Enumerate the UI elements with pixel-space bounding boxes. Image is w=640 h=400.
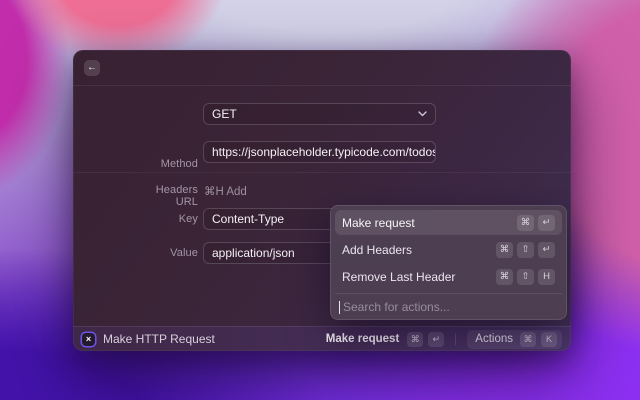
chevron-down-icon [418,111,427,117]
url-value: https://jsonplaceholder.typicode.com/tod… [212,145,436,159]
add-header-hint: ⌘H Add [204,186,247,198]
shortcut-keys: ⌘ ⇧ ↵ [496,241,555,258]
method-label: Method [160,158,198,170]
url-label: URL [175,196,198,208]
cmd-key-badge: ⌘ [517,214,534,231]
action-search-input[interactable]: Search for actions... [335,293,562,320]
menu-item-remove-last-header[interactable]: Remove Last Header ⌘ ⇧ H [335,264,562,289]
header-key-value: Content-Type [212,212,285,226]
return-key-badge: ↵ [538,214,555,231]
cmd-key-badge: ⌘ [407,331,424,347]
value-label: Value [170,247,198,259]
h-key-badge: H [538,268,555,285]
actions-popup-menu: Make request ⌘ ↵ Add Headers ⌘ ⇧ ↵ Remov… [330,205,567,320]
cmd-key-badge: ⌘ [496,241,513,258]
menu-item-make-request[interactable]: Make request ⌘ ↵ [335,210,562,235]
desktop-wallpaper: ← Method GET URL https://jsonplaceholder… [0,0,640,400]
primary-action-label: Make request [325,333,400,345]
section-divider [73,172,571,173]
url-input[interactable]: https://jsonplaceholder.typicode.com/tod… [203,141,436,163]
command-title: Make HTTP Request [103,332,215,346]
shift-key-badge: ⇧ [517,268,534,285]
status-bar-divider [455,333,457,345]
menu-item-label: Add Headers [342,242,413,257]
menu-item-label: Make request [342,215,415,230]
status-bar: × Make HTTP Request Make request ⌘ ↵ Act… [73,326,571,351]
back-button[interactable]: ← [84,60,100,76]
primary-action-button[interactable]: Make request ⌘ ↵ [325,331,445,347]
text-cursor [339,300,340,314]
cmd-key-badge: ⌘ [496,268,513,285]
search-placeholder: Search for actions... [343,300,450,314]
return-key-badge: ↵ [538,241,555,258]
key-label: Key [178,213,198,225]
extension-icon: × [82,332,95,346]
menu-item-add-headers[interactable]: Add Headers ⌘ ⇧ ↵ [335,237,562,262]
k-key-badge: K [541,331,557,347]
shift-key-badge: ⇧ [517,241,534,258]
actions-button[interactable]: Actions ⌘ K [467,329,562,349]
headers-label: Headers [155,184,198,196]
menu-item-label: Remove Last Header [342,269,456,284]
back-arrow-icon: ← [87,62,97,73]
method-select[interactable]: GET [203,103,436,125]
window-header: ← [73,50,571,86]
actions-button-label: Actions [475,333,513,345]
method-value: GET [212,107,237,121]
header-value-value: application/json [212,246,295,260]
shortcut-keys: ⌘ ↵ [517,214,555,231]
shortcut-keys: ⌘ ⇧ H [496,268,555,285]
cmd-key-badge: ⌘ [520,331,536,347]
extension-icon-glyph: × [85,334,92,344]
return-key-badge: ↵ [428,331,445,347]
